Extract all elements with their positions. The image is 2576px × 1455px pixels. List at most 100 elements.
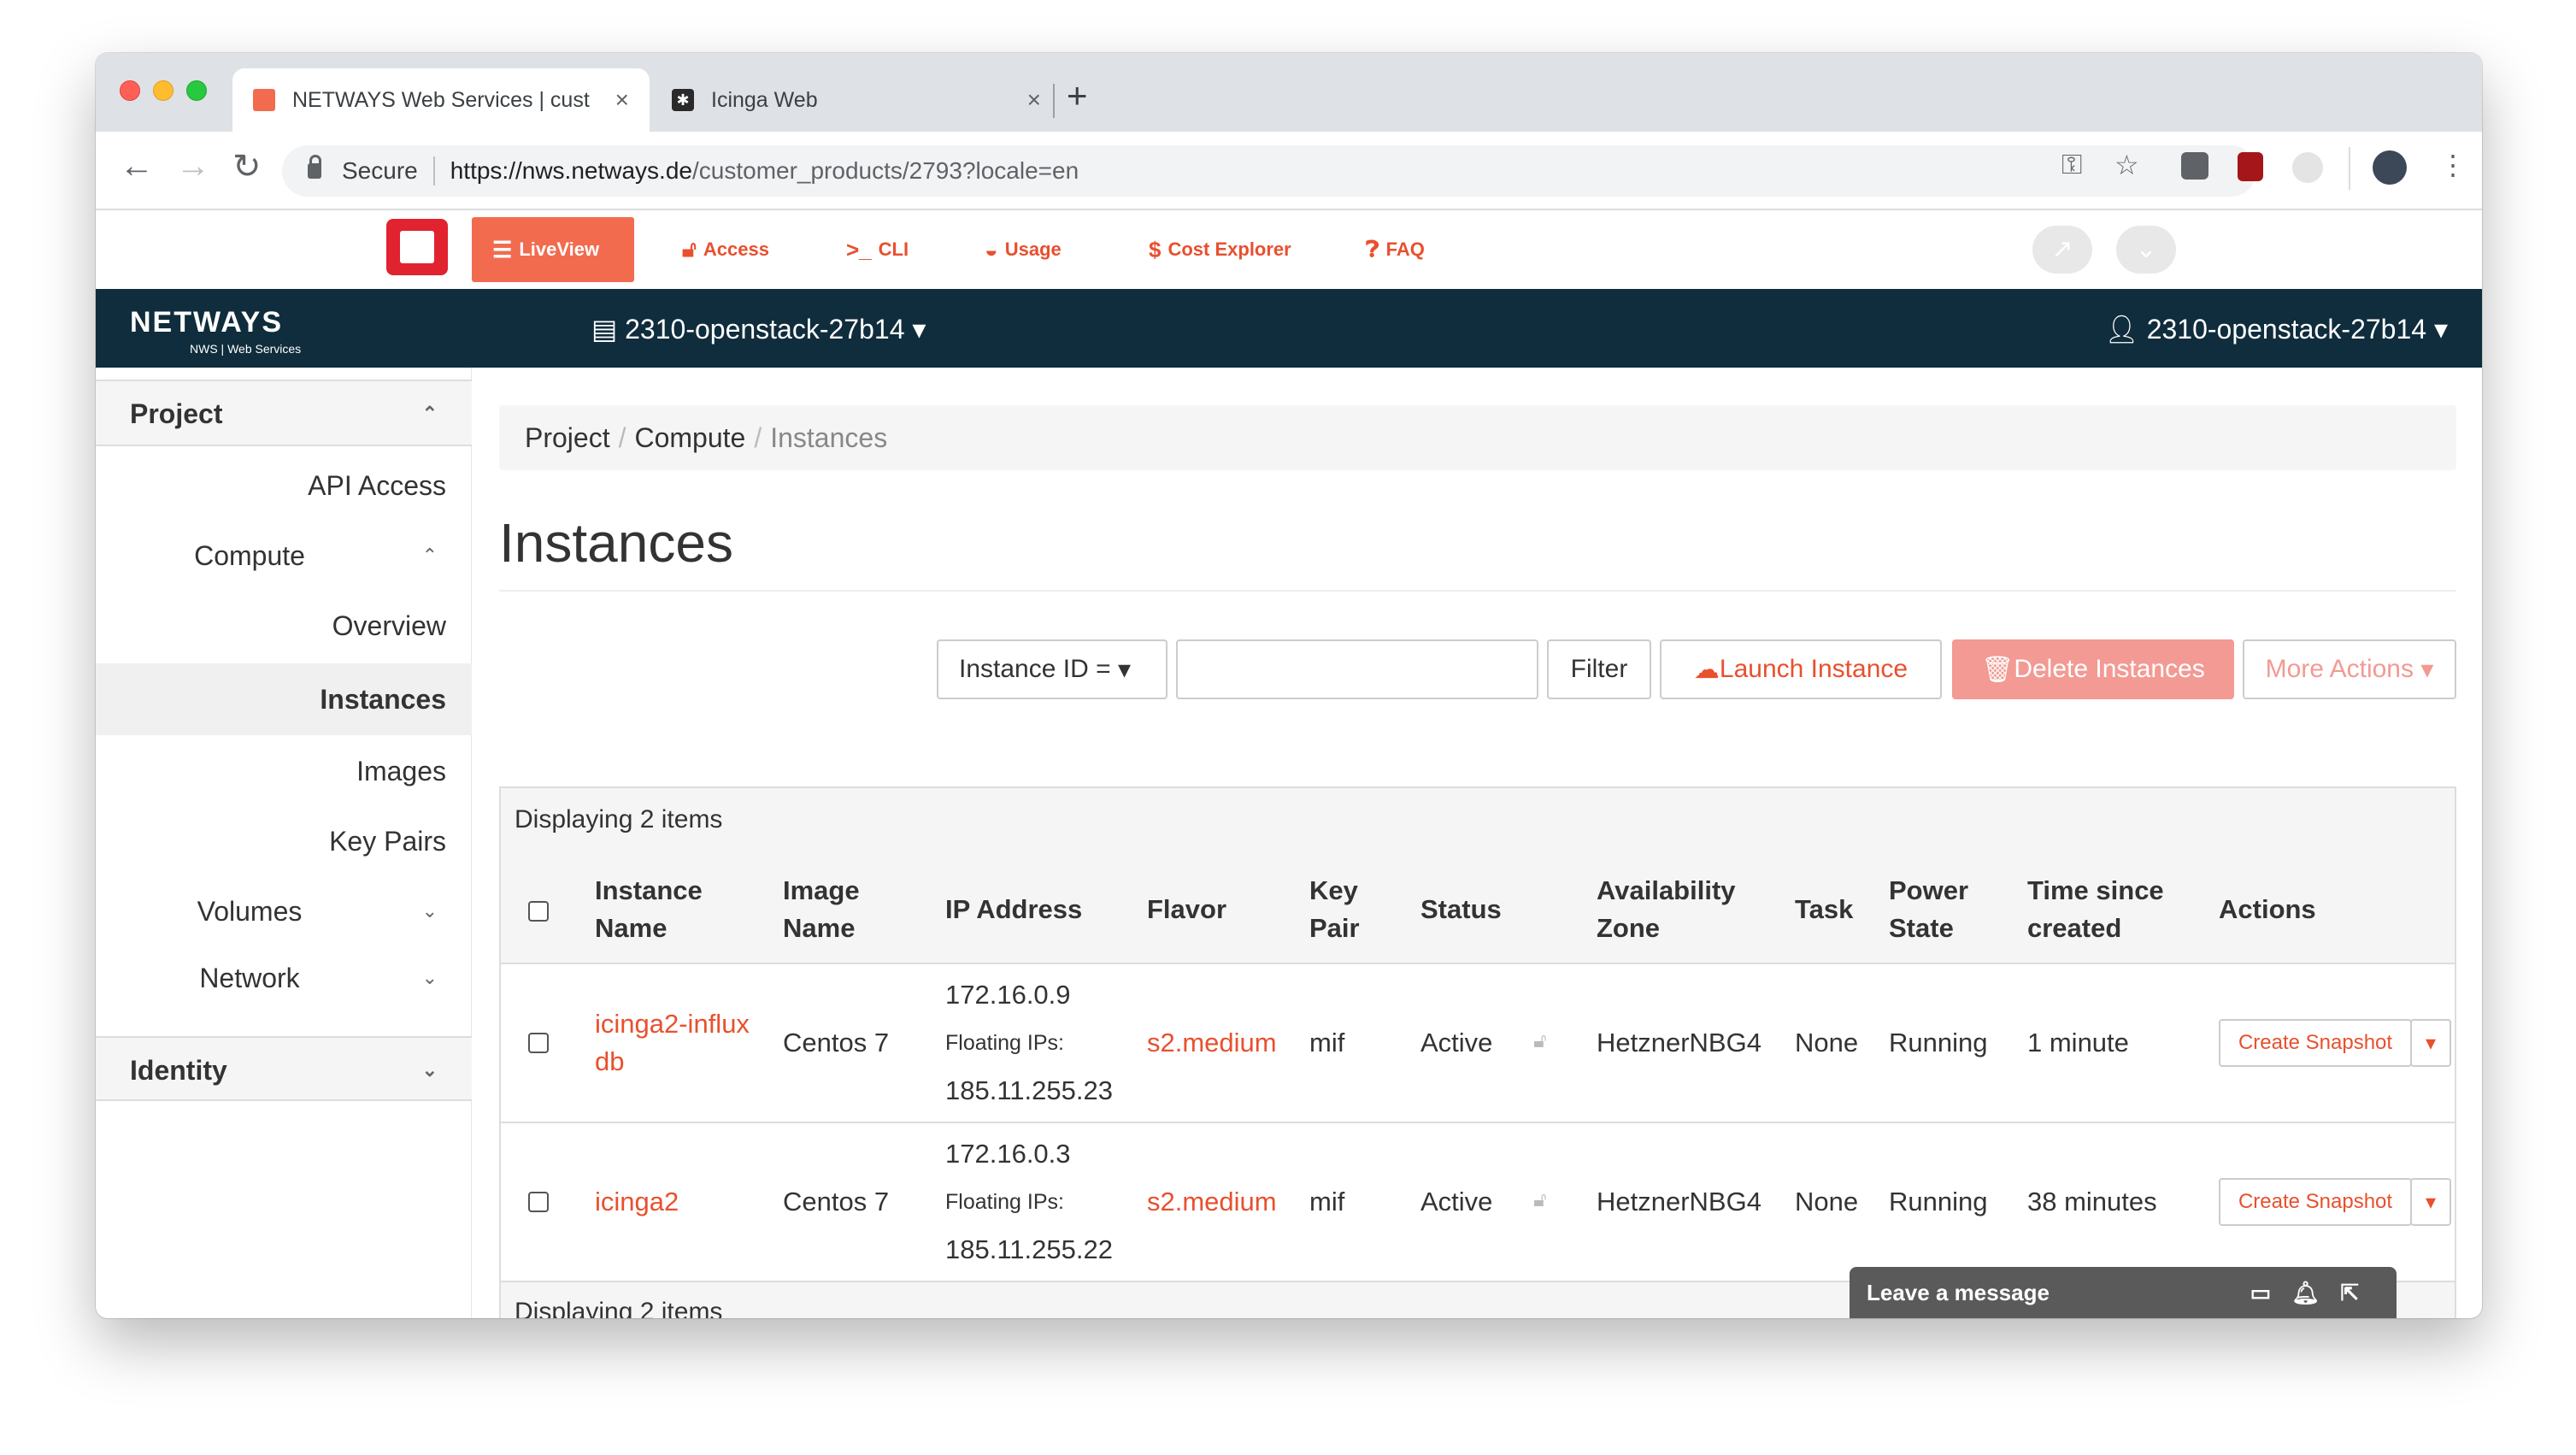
col-label: Flavor (1147, 894, 1227, 924)
floating-ip-label: Floating IPs: (945, 1031, 1064, 1055)
filter-button[interactable]: Filter (1547, 639, 1651, 699)
sidebar-item-network[interactable]: Network ⌄ (96, 944, 472, 1012)
star-icon[interactable]: ☆ (2114, 149, 2139, 181)
leave-message-widget[interactable]: Leave a message ▭🔔︎⇱ (1850, 1267, 2397, 1318)
caret-down-icon: ▾ (2414, 655, 2434, 684)
filter-input[interactable] (1176, 639, 1538, 699)
caret-down-icon: ▾ (2426, 314, 2448, 345)
bell-icon[interactable]: 🔔︎ (2291, 1280, 2340, 1305)
col-task[interactable]: Task (1795, 891, 1853, 928)
filter-field-select[interactable]: Instance ID = ▾ (937, 639, 1167, 699)
more-actions-button[interactable]: More Actions ▾ (2243, 639, 2456, 699)
maximize-window-button[interactable] (186, 80, 207, 101)
sidebar-item-api-access[interactable]: API Access (96, 451, 472, 520)
user-dropdown[interactable]: 👤︎ 2310-openstack-27b14 ▾ (2104, 313, 2448, 345)
netways-logo[interactable]: NETWAYS NWS | Web Services (130, 306, 301, 356)
toolbar-label: Usage (1004, 239, 1062, 260)
flavor-link[interactable]: s2.medium (1147, 1028, 1277, 1058)
breadcrumb-project[interactable]: Project (525, 422, 610, 453)
external-link-icon[interactable]: ↗ (2032, 226, 2092, 274)
close-window-button[interactable] (120, 80, 140, 101)
sidebar-item-key-pairs[interactable]: Key Pairs (96, 807, 472, 875)
extension-gear-icon[interactable] (2181, 152, 2208, 180)
row-checkbox[interactable] (528, 1033, 549, 1053)
tab-netways[interactable]: NETWAYS Web Services | cust × (232, 68, 650, 132)
profile-avatar[interactable] (2373, 150, 2407, 185)
launch-instance-button[interactable]: ☁︎ Launch Instance (1660, 639, 1942, 699)
url-host: https://nws.netways.de (450, 157, 692, 184)
breadcrumb-compute[interactable]: Compute (634, 422, 745, 453)
row-actions-dropdown[interactable]: ▾ (2410, 1019, 2451, 1067)
dashboard-header: NETWAYS NWS | Web Services ▤ 2310-openst… (96, 289, 2482, 368)
popout-icon[interactable]: ⇱ (2340, 1280, 2379, 1305)
col-image-name[interactable]: Image Name (783, 872, 860, 947)
delete-instances-button[interactable]: 🗑︎ Delete Instances (1952, 639, 2234, 699)
openstack-logo[interactable] (386, 219, 448, 275)
new-tab-icon[interactable]: + (1067, 75, 1088, 116)
col-instance-name[interactable]: Instance Name (595, 872, 703, 947)
col-availability-zone[interactable]: Availability Zone (1597, 872, 1736, 947)
instance-name-link[interactable]: icinga2 (595, 1187, 679, 1217)
col-actions: Actions (2219, 891, 2316, 928)
project-dropdown[interactable]: ▤ 2310-openstack-27b14 ▾ (591, 313, 926, 345)
col-flavor[interactable]: Flavor (1147, 891, 1226, 928)
toolbar-access[interactable]: 🔓︎ Access (682, 217, 769, 282)
url-field[interactable]: Secure https://nws.netways.de /customer_… (282, 145, 2256, 197)
create-snapshot-button[interactable]: Create Snapshot (2219, 1019, 2412, 1067)
question-icon: ❓︎ (1366, 236, 1379, 262)
select-all-checkbox[interactable] (528, 901, 549, 922)
close-icon[interactable]: × (615, 86, 629, 114)
instances-table: Displaying 2 items Instance Name Image Nam… (499, 786, 2456, 1318)
flavor-link[interactable]: s2.medium (1147, 1187, 1277, 1217)
sidebar: Project ⌃ API Access Compute ⌃ Overview … (96, 368, 472, 1318)
power-state: Running (1889, 1028, 1988, 1057)
sidebar-item-compute[interactable]: Compute ⌃ (96, 521, 472, 590)
close-icon[interactable]: × (1027, 86, 1041, 114)
minimize-window-button[interactable] (153, 80, 173, 101)
sidebar-identity-header[interactable]: Identity ⌄ (96, 1036, 472, 1101)
tab-divider (1053, 84, 1055, 118)
col-power-state[interactable]: Power State (1889, 872, 1968, 947)
row-checkbox[interactable] (528, 1192, 549, 1212)
forward-icon[interactable]: → (176, 147, 210, 186)
menu-icon[interactable]: ⋮ (2439, 149, 2467, 181)
key-icon[interactable]: ⚿ (2061, 149, 2082, 181)
instance-name-link[interactable]: icinga2-influx db (595, 1005, 750, 1081)
col-key-pair[interactable]: Key Pair (1309, 872, 1360, 947)
ublock-icon[interactable] (2238, 152, 2263, 181)
brand-mark: NETWAYS (130, 306, 284, 339)
toolbar-faq[interactable]: ❓︎ FAQ (1366, 217, 1425, 282)
create-snapshot-button[interactable]: Create Snapshot (2219, 1178, 2412, 1226)
tab-icinga[interactable]: ✱ Icinga Web × (651, 68, 1062, 132)
toolbar-label: FAQ (1385, 239, 1425, 260)
floating-ip: 185.11.255.23 (945, 1075, 1113, 1105)
sidebar-section-label: Identity (130, 1055, 227, 1086)
reload-icon[interactable]: ↻ (232, 147, 262, 186)
sidebar-item-volumes[interactable]: Volumes ⌄ (96, 877, 472, 945)
floating-ip: 185.11.255.22 (945, 1234, 1113, 1264)
toolbar-cost-explorer[interactable]: $ Cost Explorer (1149, 217, 1291, 282)
extension-icon[interactable] (2292, 152, 2323, 183)
sidebar-item-images[interactable]: Images (96, 737, 472, 805)
toolbar-cli[interactable]: >_ CLI (846, 217, 909, 282)
col-time-since-created[interactable]: Time since created (2027, 872, 2164, 947)
window-icon[interactable]: ▭ (2250, 1280, 2292, 1305)
url-path: /customer_products/2793?locale=en (691, 157, 1079, 184)
chevron-down-icon[interactable]: ⌄ (2116, 226, 2176, 274)
image-name: Centos 7 (783, 1028, 890, 1057)
col-status[interactable]: Status (1420, 891, 1502, 928)
sidebar-item-instances[interactable]: Instances (96, 663, 472, 735)
launch-instance-label: Launch Instance (1719, 655, 1908, 683)
back-icon[interactable]: ← (120, 147, 154, 186)
delete-instances-label: Delete Instances (2014, 655, 2205, 683)
row-actions-dropdown[interactable]: ▾ (2410, 1178, 2451, 1226)
user-icon: 👤︎ (2104, 314, 2147, 345)
more-actions-label: More Actions (2265, 655, 2414, 683)
toolbar-usage[interactable]: ◒ Usage (985, 217, 1062, 282)
sidebar-item-overview[interactable]: Overview (96, 592, 472, 660)
sidebar-project-header[interactable]: Project ⌃ (96, 381, 472, 446)
toolbar-liveview[interactable]: ☰ LiveView (472, 217, 634, 282)
col-ip-address[interactable]: IP Address (945, 891, 1082, 928)
breadcrumb: Project / Compute / Instances (499, 405, 2456, 470)
col-label: State (1889, 913, 1954, 943)
